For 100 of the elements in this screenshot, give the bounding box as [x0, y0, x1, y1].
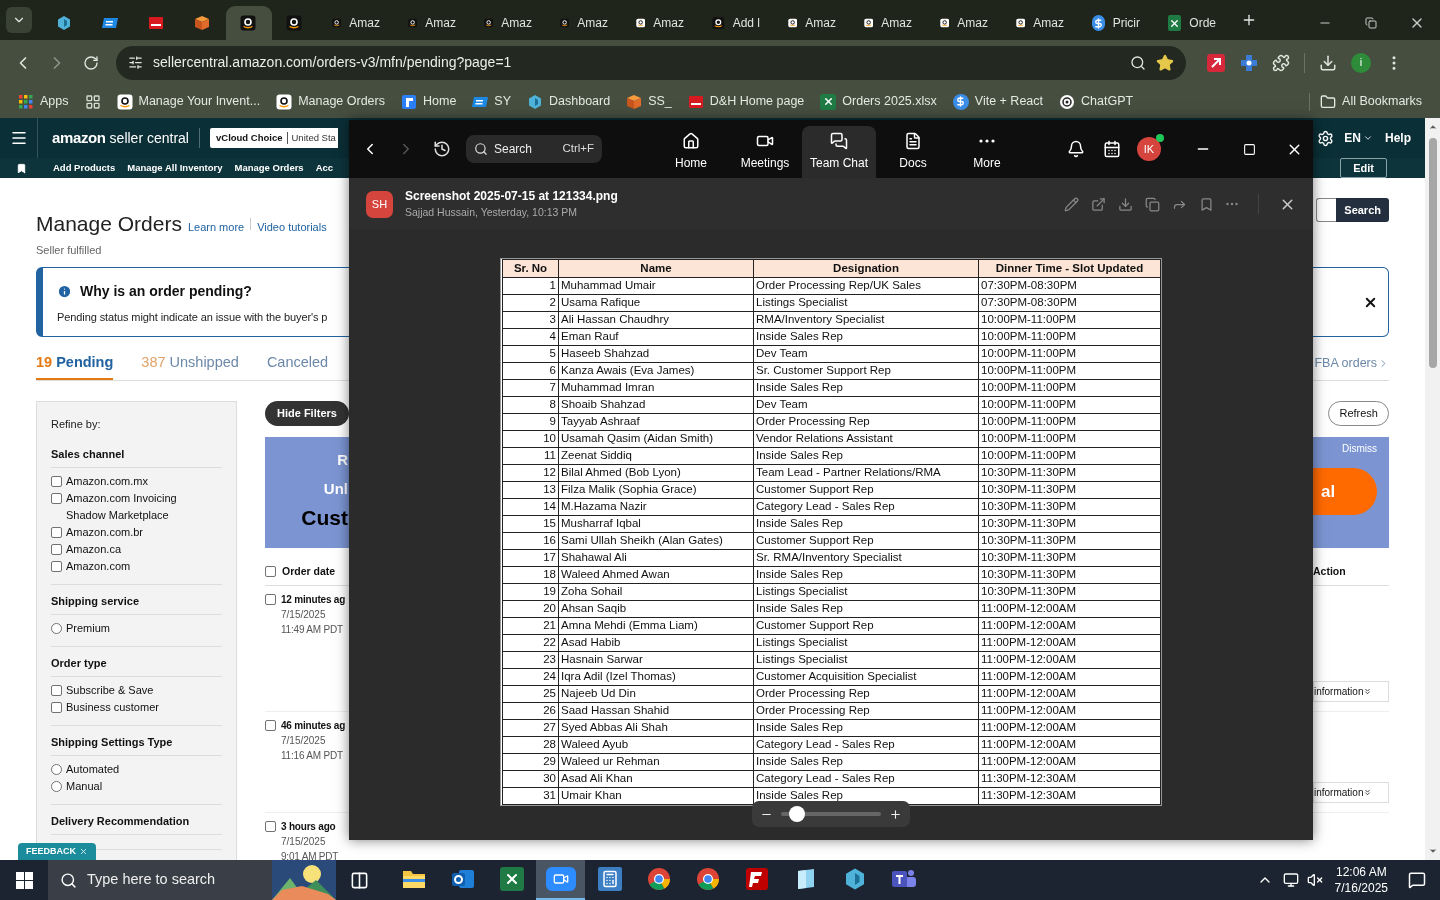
- bell-icon[interactable]: [1067, 140, 1085, 158]
- bookmark[interactable]: ChatGPT: [1059, 92, 1134, 111]
- slider-thumb[interactable]: [789, 806, 806, 822]
- nav-link[interactable]: Manage All Inventory: [127, 160, 223, 176]
- checkbox[interactable]: [51, 476, 62, 487]
- table-cell: Customer Support Rep: [753, 617, 979, 635]
- table-cell: 5: [502, 345, 559, 363]
- volume-muted-icon[interactable]: [1306, 872, 1323, 888]
- scrollbar[interactable]: [1425, 118, 1440, 860]
- checkbox[interactable]: [265, 720, 276, 731]
- settings-icon[interactable]: [1317, 129, 1335, 147]
- nav-link[interactable]: Add Products: [53, 160, 116, 176]
- filter-group-title: Delivery Recommendation: [51, 815, 222, 835]
- task-view-icon[interactable]: [350, 870, 369, 890]
- address-bar[interactable]: sellercentral.amazon.com/orders-v3/mfn/pending?page=1: [116, 45, 1186, 80]
- table-cell: Customer Support Rep: [753, 532, 979, 550]
- nav-tab[interactable]: Home: [654, 126, 728, 178]
- bookmark[interactable]: Manage Orders: [276, 92, 385, 111]
- checkbox[interactable]: [51, 544, 62, 555]
- user-avatar[interactable]: IK: [1137, 137, 1161, 161]
- checkbox[interactable]: [51, 561, 62, 572]
- help-link[interactable]: Help: [1385, 129, 1411, 147]
- site-logo-icon: [102, 15, 118, 31]
- order-tab[interactable]: 19 Pending: [36, 347, 114, 380]
- bookmark[interactable]: Vite + React: [952, 92, 1043, 111]
- checkbox[interactable]: [51, 527, 62, 538]
- network-icon[interactable]: [1282, 872, 1299, 888]
- scroll-up-icon[interactable]: [1427, 122, 1438, 132]
- checkbox[interactable]: [51, 702, 62, 713]
- download-icon[interactable]: [1319, 53, 1337, 72]
- bookmark[interactable]: D&H Home page: [687, 92, 805, 111]
- more-icon[interactable]: [979, 139, 995, 143]
- nav-tab[interactable]: Meetings: [728, 126, 802, 178]
- search-field[interactable]: Search Ctrl+F: [466, 135, 602, 163]
- nav-tab[interactable]: Docs: [876, 126, 950, 178]
- pencil-icon[interactable]: [1064, 196, 1079, 212]
- notifications-icon[interactable]: [1408, 871, 1426, 889]
- checkbox[interactable]: [265, 821, 276, 832]
- bookmark[interactable]: Home: [401, 92, 457, 111]
- table-cell: 11:00PM-12:00AM: [978, 600, 1161, 618]
- bookmark[interactable]: Apps: [18, 92, 69, 111]
- order-tab[interactable]: 387 Unshipped: [141, 347, 239, 380]
- feedback-button[interactable]: FEEDBACK: [18, 843, 96, 860]
- video-tutorials-link[interactable]: Video tutorials: [257, 219, 327, 236]
- download-icon[interactable]: [1118, 196, 1133, 212]
- bookmark-label: Orders 2025.xlsx: [842, 93, 937, 111]
- scrollbar-thumb[interactable]: [1428, 138, 1437, 368]
- bookmark[interactable]: SS_: [626, 92, 672, 111]
- all-bookmarks[interactable]: All Bookmarks: [1320, 92, 1422, 111]
- arrow-extension-icon[interactable]: [1206, 52, 1226, 73]
- language-menu[interactable]: EN: [1344, 129, 1373, 147]
- nav-link[interactable]: Acc: [315, 160, 334, 176]
- copy-icon[interactable]: [1145, 196, 1160, 212]
- more-information-button[interactable]: information: [1313, 782, 1389, 803]
- table-cell: 10:00PM-11:00PM: [978, 379, 1161, 397]
- checkbox[interactable]: [51, 493, 62, 504]
- bookmark-icon[interactable]: [16, 162, 27, 174]
- browser-tab[interactable]: [226, 6, 272, 40]
- star-icon[interactable]: [1156, 53, 1174, 72]
- radio-button[interactable]: [51, 623, 62, 634]
- seller-central-logo[interactable]: amazon seller central: [52, 126, 189, 150]
- nav-link[interactable]: Manage Orders: [234, 160, 304, 176]
- radio-button[interactable]: [51, 781, 62, 792]
- learn-more-link[interactable]: Learn more: [187, 219, 245, 236]
- order-tab[interactable]: Canceled: [266, 347, 329, 380]
- bookmark[interactable]: Manage Your Invent...: [116, 92, 261, 111]
- open-external-icon[interactable]: [1091, 196, 1106, 212]
- scroll-down-icon[interactable]: [1427, 846, 1438, 856]
- clock[interactable]: 12:06 AM 7/16/2025: [1334, 864, 1388, 896]
- bookmark[interactable]: SY: [472, 92, 511, 111]
- search-icon: [60, 871, 77, 889]
- fba-orders-link[interactable]: FBA orders: [1314, 347, 1389, 380]
- table-cell: 13: [502, 481, 559, 499]
- puzzle-extension-icon[interactable]: [1240, 53, 1258, 72]
- taskbar-search-field[interactable]: Type here to search: [48, 860, 336, 900]
- history-icon[interactable]: [433, 140, 451, 158]
- account-switcher[interactable]: vCloud Choice United Sta: [210, 128, 338, 148]
- bookmark[interactable]: Dashboard: [527, 92, 611, 111]
- checkbox[interactable]: [265, 594, 276, 605]
- checkbox[interactable]: [51, 685, 62, 696]
- zoom-in-icon[interactable]: [889, 807, 902, 821]
- bookmark[interactable]: [84, 93, 101, 110]
- zoom-slider[interactable]: [781, 806, 881, 822]
- radio-button[interactable]: [51, 764, 62, 775]
- bookmark[interactable]: Orders 2025.xlsx: [820, 92, 937, 111]
- site-info-icon[interactable]: [128, 55, 143, 70]
- tab-search-button[interactable]: [6, 7, 32, 33]
- hide-filters-button[interactable]: Hide Filters: [265, 401, 349, 426]
- edit-button[interactable]: Edit: [1340, 158, 1387, 178]
- extensions-icon[interactable]: [1272, 53, 1290, 72]
- search-icon[interactable]: [1130, 54, 1146, 71]
- maximize-icon[interactable]: [1243, 142, 1256, 156]
- profile-avatar[interactable]: i: [1351, 52, 1371, 73]
- bookmark-label: SY: [494, 93, 511, 111]
- search-button[interactable]: Search: [1336, 198, 1389, 222]
- nav-tab[interactable]: Team Chat: [802, 126, 876, 178]
- more-information-button[interactable]: information: [1313, 681, 1389, 702]
- checkbox[interactable]: [265, 566, 276, 577]
- calendar-icon[interactable]: [1103, 140, 1121, 158]
- nav-tab[interactable]: More: [950, 126, 1024, 178]
